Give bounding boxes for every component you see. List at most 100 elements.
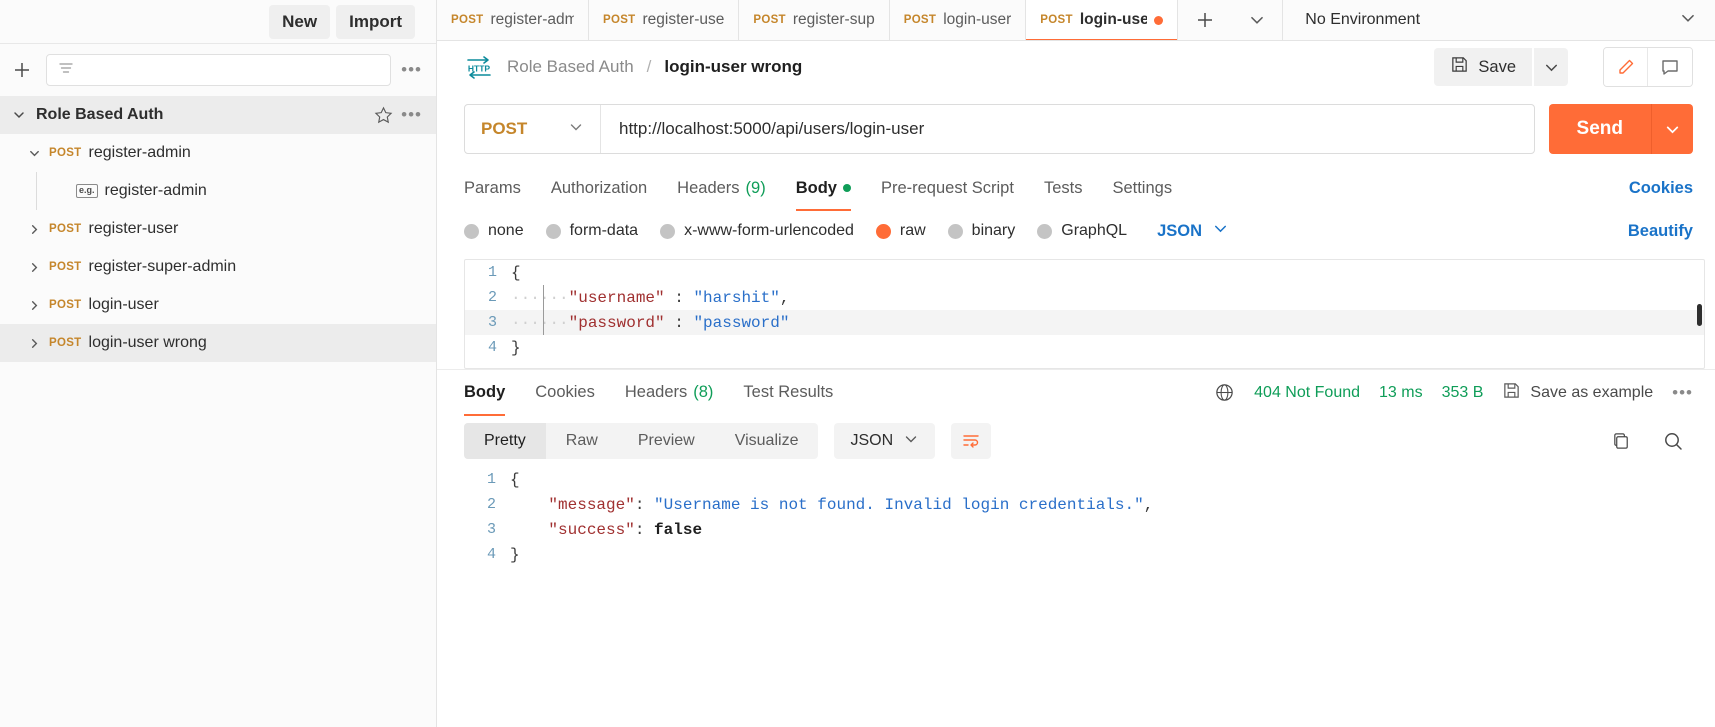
view-mode-pretty[interactable]: Pretty	[464, 423, 546, 459]
json-separator: :	[664, 288, 694, 307]
json-separator: :	[634, 520, 655, 539]
response-body-editor[interactable]: 1 { 2 "message" : "Username is not found…	[464, 467, 1705, 587]
chevron-down-icon[interactable]	[26, 147, 42, 160]
tab-register-sup[interactable]: POST register-sup	[739, 0, 890, 40]
search-icon[interactable]	[1653, 423, 1693, 459]
tab-label: login-user	[1079, 11, 1148, 28]
request-body-editor[interactable]: 1 { 2 ······ "username" : "harshit" , 3 …	[464, 259, 1705, 369]
json-separator: :	[664, 313, 694, 332]
star-icon[interactable]	[374, 106, 393, 125]
raw-format-selector[interactable]: JSON	[1157, 220, 1229, 242]
tree-item-register-user[interactable]: POST register-user	[0, 210, 436, 248]
body-type-form-data[interactable]: form-data	[545, 222, 639, 240]
tab-authorization[interactable]: Authorization	[551, 165, 647, 211]
body-type-graphql[interactable]: GraphQL	[1037, 222, 1127, 240]
tree-item-register-admin[interactable]: POST register-admin	[0, 134, 436, 172]
wrap-lines-icon[interactable]	[951, 423, 992, 459]
response-view-modes: Pretty Raw Preview Visualize	[464, 423, 819, 459]
tab-body[interactable]: Body	[795, 165, 852, 211]
radio-icon	[947, 223, 963, 239]
body-type-binary[interactable]: binary	[947, 222, 1015, 240]
globe-icon[interactable]	[1214, 382, 1235, 403]
response-tab-headers[interactable]: Headers (8)	[625, 370, 714, 416]
tab-label: Authorization	[550, 178, 648, 197]
collection-name: Role Based Auth	[36, 106, 164, 123]
search-input[interactable]	[46, 54, 392, 86]
plus-icon[interactable]	[8, 56, 36, 84]
tab-settings[interactable]: Settings	[1112, 165, 1172, 211]
chevron-right-icon[interactable]	[26, 261, 42, 274]
tab-label: Cookies	[535, 383, 595, 401]
view-mode-visualize[interactable]: Visualize	[715, 423, 819, 459]
floppy-disk-icon	[1502, 381, 1521, 405]
tab-label: Body	[464, 383, 506, 401]
save-as-example-button[interactable]: Save as example	[1502, 381, 1653, 405]
tab-register-adm[interactable]: POST register-adm	[437, 0, 589, 40]
tab-headers[interactable]: Headers (9)	[677, 165, 766, 211]
tab-login-user[interactable]: POST login-user	[889, 0, 1027, 40]
tree-item-label: register-admin	[88, 144, 191, 161]
tree-item-login-user-wrong[interactable]: POST login-user wrong	[0, 324, 436, 362]
copy-icon[interactable]	[1601, 423, 1641, 459]
tab-login-user-active[interactable]: POST login-user	[1026, 0, 1179, 40]
beautify-button[interactable]: Beautify	[1628, 222, 1693, 241]
more-options-icon[interactable]: •••	[1672, 383, 1693, 403]
body-type-label: GraphQL	[1061, 222, 1128, 239]
pencil-icon[interactable]	[1604, 48, 1648, 86]
view-mode-preview[interactable]: Preview	[618, 423, 715, 459]
environment-selector[interactable]: No Environment	[1283, 0, 1715, 40]
breadcrumb-bar: HTTP Role Based Auth / login-user wrong …	[437, 41, 1715, 93]
chevron-down-icon[interactable]	[10, 106, 28, 124]
tab-label: register-sup	[792, 11, 875, 28]
collection-header[interactable]: Role Based Auth •••	[0, 96, 436, 134]
line-number: 3	[487, 314, 497, 331]
response-tab-test-results[interactable]: Test Results	[743, 370, 833, 416]
body-present-icon	[842, 184, 851, 192]
body-type-raw[interactable]: raw	[875, 222, 926, 240]
import-button[interactable]: Import	[336, 4, 415, 39]
tab-tests[interactable]: Tests	[1044, 165, 1083, 211]
save-options-button[interactable]	[1534, 48, 1568, 86]
new-button[interactable]: New	[269, 4, 331, 39]
tree-item-login-user[interactable]: POST login-user	[0, 286, 436, 324]
body-type-urlencoded[interactable]: x-www-form-urlencoded	[660, 222, 854, 240]
chevron-down-icon	[568, 119, 584, 140]
comment-icon[interactable]	[1648, 48, 1692, 86]
json-key: "message"	[548, 495, 635, 514]
tab-register-use[interactable]: POST register-use	[589, 0, 740, 40]
chevron-down-icon[interactable]	[1232, 0, 1284, 40]
save-button[interactable]: Save	[1434, 48, 1532, 86]
response-tab-body[interactable]: Body	[464, 370, 506, 416]
tab-label: Params	[464, 178, 521, 197]
tree-item-register-super-admin[interactable]: POST register-super-admin	[0, 248, 436, 286]
line-number: 2	[487, 289, 497, 306]
body-type-none[interactable]: none	[464, 222, 524, 240]
method-selector[interactable]: POST	[465, 105, 601, 153]
scrollbar-thumb[interactable]	[1697, 304, 1702, 326]
chevron-right-icon[interactable]	[26, 223, 42, 236]
send-button[interactable]: Send	[1548, 104, 1651, 154]
new-tab-icon[interactable]	[1178, 0, 1232, 40]
body-type-label: form-data	[569, 222, 639, 239]
code-line: 4 }	[465, 335, 1704, 360]
view-mode-raw[interactable]: Raw	[546, 423, 618, 459]
tab-pre-request-script[interactable]: Pre-request Script	[881, 165, 1014, 211]
postman-app: New Import ••• Role Based Auth ••• POST …	[0, 0, 1715, 727]
more-options-icon[interactable]: •••	[401, 105, 422, 125]
response-format-selector[interactable]: JSON	[834, 423, 936, 459]
tree-item-example-register-admin[interactable]: e.g. register-admin	[0, 172, 436, 210]
response-tab-cookies[interactable]: Cookies	[535, 370, 595, 416]
tab-params[interactable]: Params	[464, 165, 521, 211]
chevron-right-icon[interactable]	[26, 337, 42, 350]
url-input[interactable]	[601, 105, 1534, 153]
send-options-button[interactable]	[1651, 104, 1693, 154]
view-mode-group	[1603, 47, 1693, 87]
more-options-icon[interactable]: •••	[401, 60, 422, 80]
chevron-down-icon	[903, 431, 919, 452]
tab-label: Body	[795, 178, 837, 197]
body-type-row: none form-data x-www-form-urlencoded raw…	[437, 211, 1715, 251]
cookies-link[interactable]: Cookies	[1629, 179, 1693, 198]
chevron-right-icon[interactable]	[26, 299, 42, 312]
body-type-label: none	[488, 222, 524, 239]
breadcrumb-collection[interactable]: Role Based Auth	[507, 57, 634, 77]
